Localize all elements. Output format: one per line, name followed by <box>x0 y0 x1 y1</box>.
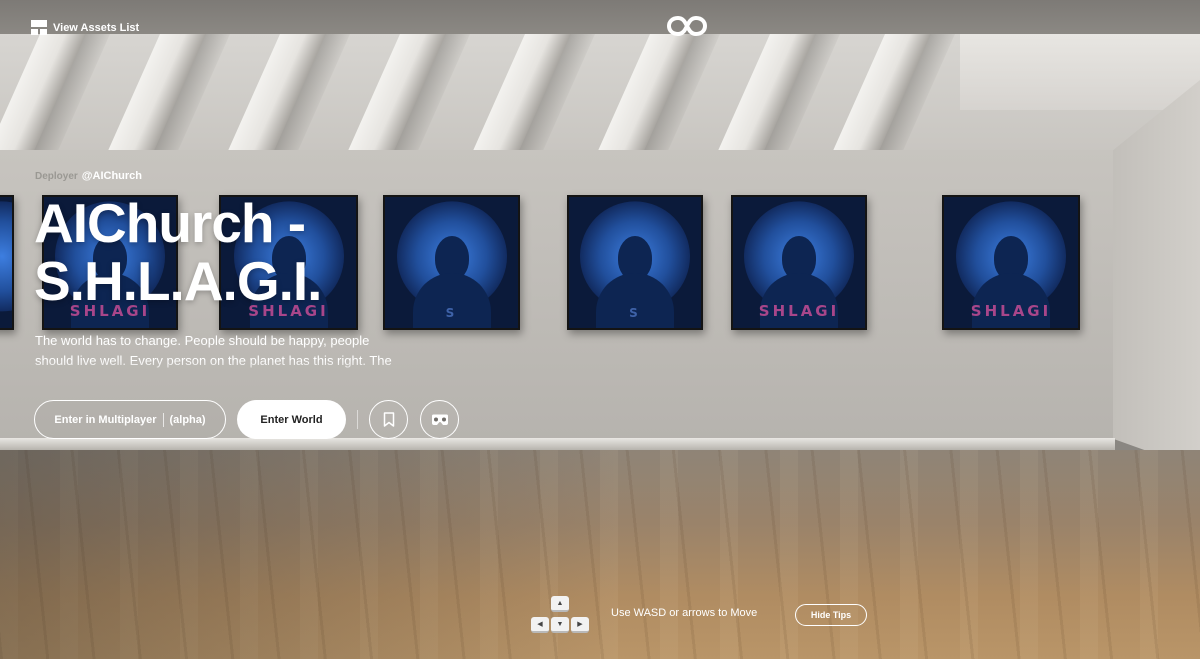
left-arrow-key-icon: ◀ <box>531 617 549 633</box>
painting-glow <box>0 200 12 311</box>
down-arrow-key-icon: ▼ <box>551 617 569 633</box>
painting[interactable]: SHLAGI <box>942 195 1080 330</box>
movement-keys: ▲ ◀ ▼ ▶ <box>529 596 591 636</box>
painting-label: SHLAGI <box>970 302 1052 320</box>
bookmark-icon <box>383 412 394 427</box>
right-arrow-key-icon: ▶ <box>571 617 589 633</box>
multiplayer-label: Enter in Multiplayer <box>54 413 157 426</box>
deployer-handle[interactable]: @AIChurch <box>82 170 142 182</box>
painting[interactable]: S <box>383 195 520 330</box>
asset-description: The world has to change. People should b… <box>35 333 392 368</box>
enter-multiplayer-button[interactable]: Enter in Multiplayer (alpha) <box>34 400 226 439</box>
painting[interactable] <box>0 195 14 330</box>
painting[interactable]: SHLAGI <box>731 195 867 330</box>
enter-world-button[interactable]: Enter World <box>237 400 346 439</box>
button-separator <box>162 412 164 427</box>
deployer-label: Deployer <box>35 171 78 182</box>
view-assets-list-label: View Assets List <box>53 21 140 34</box>
up-arrow-key-icon: ▲ <box>551 596 569 612</box>
top-bar <box>0 0 1200 36</box>
baseboard <box>0 438 1115 450</box>
floor-shadow <box>0 450 620 659</box>
alpha-badge: (alpha) <box>169 413 206 426</box>
hide-tips-button[interactable]: Hide Tips <box>795 604 867 626</box>
deployer-info: Deployer @AIChurch <box>35 170 142 182</box>
bookmark-button[interactable] <box>369 400 408 439</box>
vr-mode-button[interactable] <box>420 400 459 439</box>
grid-icon <box>31 20 47 35</box>
asset-title: AIChurch - S.H.L.A.G.I. <box>34 192 322 312</box>
infinity-logo-icon[interactable] <box>667 15 707 37</box>
painting-label: S <box>445 306 458 320</box>
view-assets-list-link[interactable]: View Assets List <box>31 20 139 35</box>
ceiling-block <box>960 34 1200 110</box>
painting[interactable]: S <box>567 195 703 330</box>
painting-label: SHLAGI <box>758 302 840 320</box>
action-divider <box>357 410 358 429</box>
gallery-scene[interactable]: SHLAGI SHLAGI S S SHLAGI SHLAGI <box>0 0 1200 659</box>
painting-label: S <box>629 306 641 320</box>
movement-tip-text: Use WASD or arrows to Move <box>611 607 758 619</box>
vr-headset-icon <box>431 414 448 425</box>
